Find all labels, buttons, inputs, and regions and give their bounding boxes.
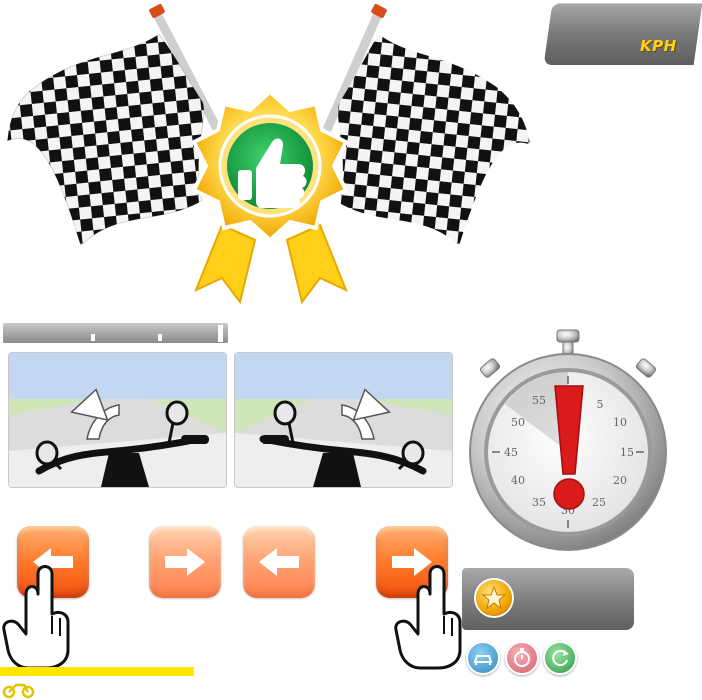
stopwatch-icon: 5 10 15 20 25 30 35 40 45 50 55 (469, 329, 667, 551)
car-icon (473, 655, 493, 665)
motorbike-right-turn-illustration (235, 353, 452, 487)
right-checkered-flag-icon (313, 4, 531, 246)
timer-icon (514, 648, 530, 667)
dial-label: 35 (532, 496, 546, 509)
dial-label: 25 (592, 496, 606, 509)
garage-button[interactable] (466, 641, 500, 675)
hand-pointer-icon (2, 565, 70, 670)
motorbike-left-turn-illustration (9, 353, 226, 487)
dial-label: 15 (620, 446, 634, 459)
tutorial-steer-right-panel (234, 352, 453, 488)
speed-unit-label: KPH (640, 37, 677, 55)
hand-pointer-icon (394, 565, 462, 670)
dial-label: 55 (532, 394, 546, 407)
left-checkered-flag-icon (6, 4, 233, 247)
restart-button[interactable] (543, 641, 577, 675)
dial-label: 50 (511, 416, 525, 429)
coin-icon (476, 580, 512, 616)
arrow-left-icon (259, 548, 299, 576)
progress-marker (91, 334, 95, 341)
progress-marker (158, 334, 162, 341)
dial-label: 10 (613, 416, 627, 429)
steer-right-button[interactable] (149, 526, 221, 598)
race-progress-track (3, 323, 228, 343)
speed-unit-panel (543, 3, 702, 65)
dial-label: 45 (504, 446, 518, 459)
energy-bar (0, 667, 194, 676)
restart-icon (552, 650, 569, 667)
motorbike-icon (2, 683, 35, 699)
dial-label: 40 (511, 474, 525, 487)
tutorial-steer-left-panel (8, 352, 227, 488)
lean-left-button[interactable] (243, 526, 315, 598)
dial-label: 5 (597, 398, 604, 411)
race-result-graphic (6, 4, 531, 305)
arrow-right-icon (165, 548, 205, 576)
dial-label: 20 (613, 474, 627, 487)
time-trial-button[interactable] (505, 641, 539, 675)
progress-end-marker (218, 325, 223, 342)
